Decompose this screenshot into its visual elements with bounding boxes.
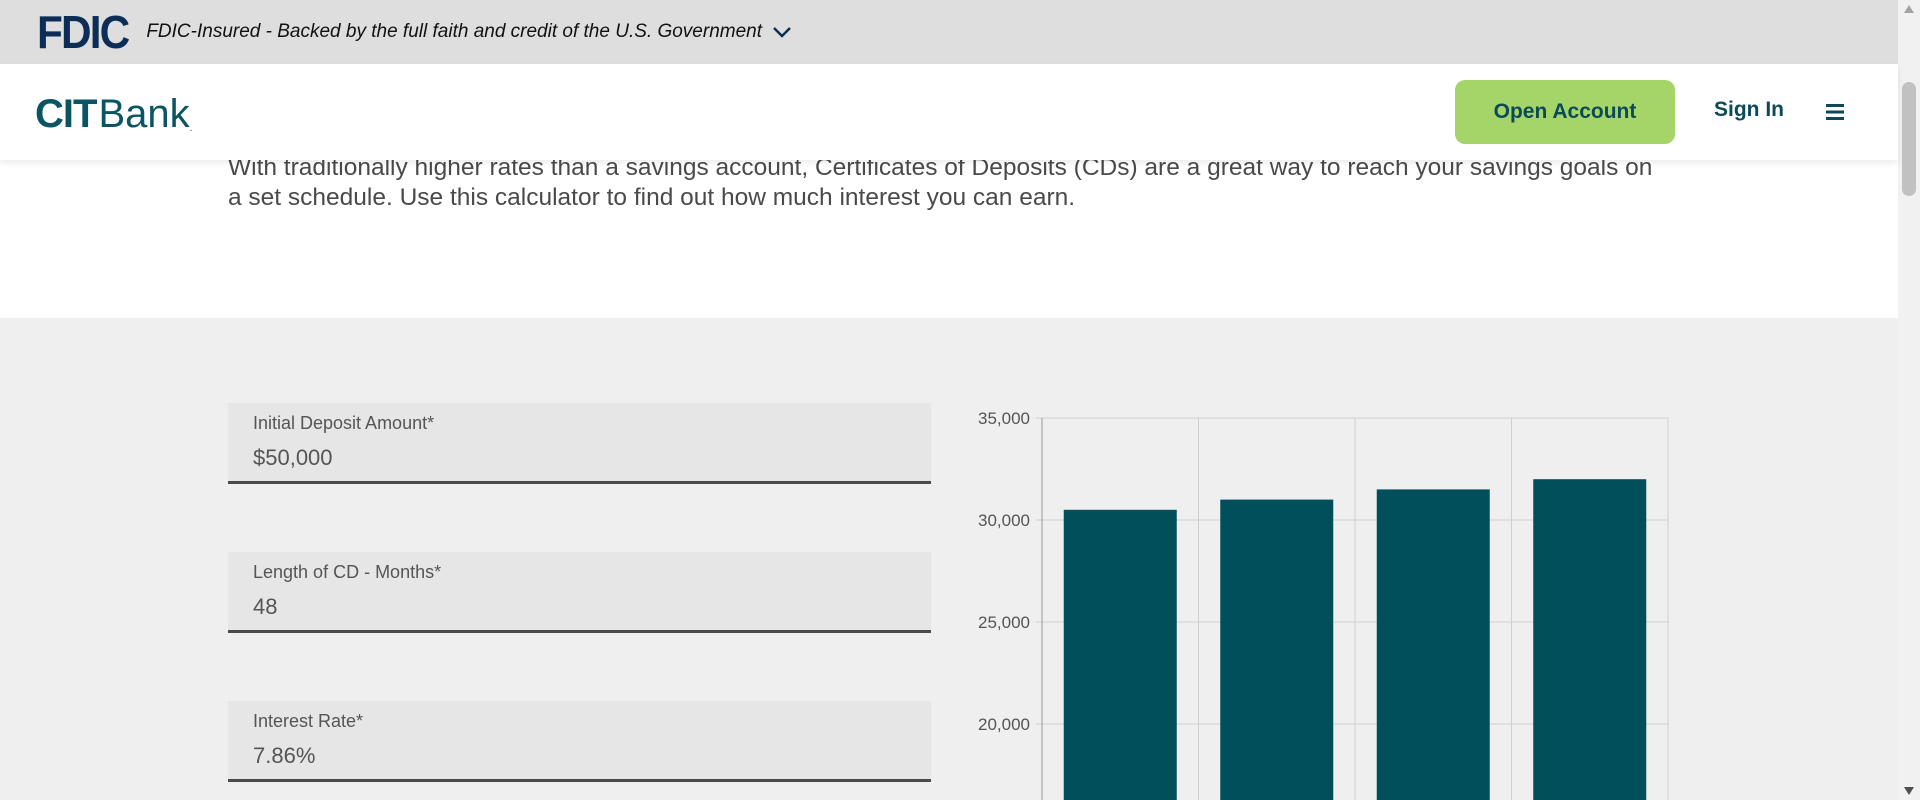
interest-rate-field[interactable]: Interest Rate* 7.86% (228, 701, 931, 782)
chart-ytick-label: 20,000 (978, 715, 1030, 734)
chevron-down-icon[interactable] (770, 20, 794, 44)
chart-ytick-label: 30,000 (978, 511, 1030, 530)
open-account-button[interactable]: Open Account (1455, 80, 1675, 144)
chart-ytick-label: 35,000 (978, 409, 1030, 428)
fdic-insured-text: FDIC-Insured - Backed by the full faith … (146, 21, 763, 42)
initial-deposit-label: Initial Deposit Amount* (253, 413, 435, 433)
cit-bank-logo[interactable]: CITBank. (35, 94, 192, 134)
chart-ytick-label: 25,000 (978, 613, 1030, 632)
cd-length-input[interactable]: 48 (253, 594, 277, 620)
cd-length-label: Length of CD - Months* (253, 562, 442, 582)
chart-bar (1220, 499, 1334, 800)
scroll-down-arrow-icon[interactable] (1903, 786, 1915, 796)
chart-bar (1533, 479, 1647, 800)
chart-bar (1376, 489, 1490, 800)
logo-cit-text: CIT (35, 92, 97, 136)
chart-bar (1063, 509, 1177, 800)
fdic-banner: FDIC FDIC-Insured - Backed by the full f… (0, 0, 1898, 64)
fdic-logo: FDIC (37, 6, 130, 58)
cd-length-field[interactable]: Length of CD - Months* 48 (228, 552, 931, 633)
initial-deposit-field[interactable]: Initial Deposit Amount* $50,000 (228, 403, 931, 484)
logo-registered-mark: . (189, 123, 193, 134)
site-header: CITBank. Open Account Sign In (0, 64, 1898, 160)
interest-rate-input[interactable]: 7.86% (253, 743, 315, 769)
intro-paragraph: With traditionally higher rates than a s… (228, 154, 1653, 211)
interest-rate-label: Interest Rate* (253, 711, 364, 731)
scroll-up-arrow-icon[interactable] (1903, 4, 1915, 14)
hamburger-menu-icon[interactable] (1823, 100, 1847, 124)
cd-growth-bar-chart: 35,000 30,000 25,000 20,000 (978, 409, 1669, 800)
logo-bank-text: Bank (98, 92, 190, 136)
scrollbar-thumb[interactable] (1902, 82, 1916, 196)
initial-deposit-input[interactable]: $50,000 (253, 445, 333, 471)
sign-in-link[interactable]: Sign In (1714, 98, 1784, 122)
